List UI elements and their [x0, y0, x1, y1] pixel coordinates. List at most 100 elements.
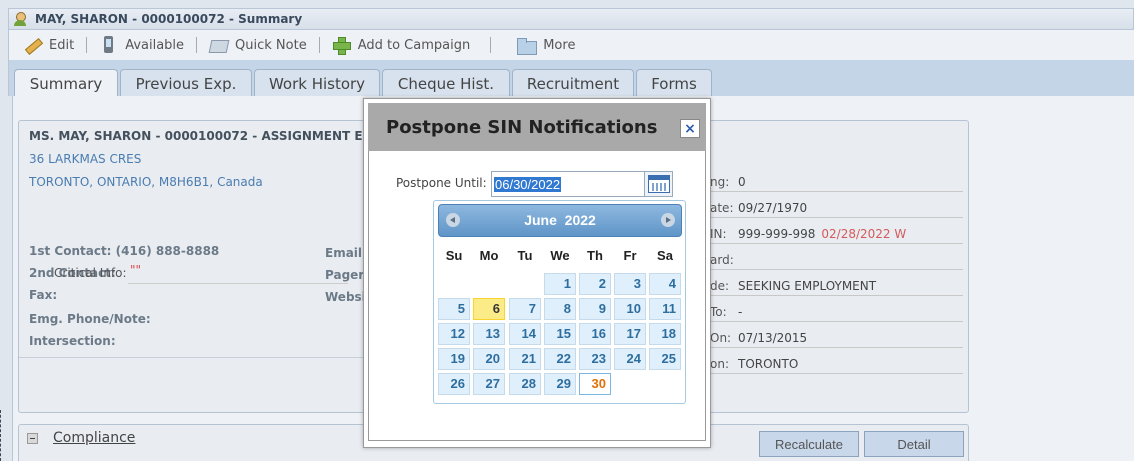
calendar-day[interactable]: 30	[579, 373, 611, 395]
calendar-icon	[648, 175, 670, 193]
calendar-day[interactable]: 7	[509, 298, 541, 320]
tab-recruitment[interactable]: Recruitment	[512, 69, 634, 97]
weekday-header: Su	[445, 248, 463, 263]
calendar-day[interactable]: 20	[473, 348, 505, 370]
field-label: ng:	[710, 175, 730, 189]
more-button[interactable]: More	[517, 36, 576, 55]
fax-label: Fax:	[29, 288, 58, 302]
calendar-day[interactable]: 25	[649, 348, 681, 370]
calendar-day[interactable]: 21	[509, 348, 541, 370]
critical-info-value: ""	[130, 263, 142, 277]
field-value: 09/27/1970	[738, 201, 808, 215]
emergency-phone-label: Emg. Phone/Note:	[29, 312, 151, 326]
calendar-day[interactable]: 18	[649, 323, 681, 345]
address-line-1: 36 LARKMAS CRES	[29, 152, 142, 166]
pencil-icon	[23, 36, 41, 54]
weekday-header: We	[550, 248, 570, 263]
sin-value: 999-999-998	[738, 227, 816, 241]
available-button[interactable]: Available	[99, 36, 184, 54]
address-line-2: TORONTO, ONTARIO, M8H6B1, Canada	[29, 175, 263, 189]
dialog-header: Postpone SIN Notifications ×	[368, 103, 706, 151]
calendar-day[interactable]: 26	[438, 373, 470, 395]
field-label: de:	[710, 279, 730, 293]
calendar-day[interactable]: 15	[544, 323, 576, 345]
field-label: ate:	[710, 201, 734, 215]
calendar-day[interactable]: 1	[544, 273, 576, 295]
field-value: 999-999-998 02/28/2022 W	[738, 227, 906, 241]
calendar-day[interactable]: 6	[473, 298, 505, 320]
datepicker: June 2022 Su Mo Tu We Th Fr Sa 1 2 3 4 5 6 7 8 9 10 11 12 1…	[433, 200, 686, 404]
tab-cheque-hist[interactable]: Cheque Hist.	[382, 69, 510, 97]
resize-handle[interactable]	[0, 410, 6, 461]
add-to-campaign-label: Add to Campaign	[357, 37, 471, 53]
field-row: ard:	[710, 249, 963, 270]
field-value: SEEKING EMPLOYMENT	[738, 279, 877, 293]
calendar-button[interactable]	[644, 172, 672, 196]
quick-note-button[interactable]: Quick Note	[209, 36, 307, 54]
tab-work-history[interactable]: Work History	[254, 69, 380, 97]
calendar-day[interactable]: 22	[544, 348, 576, 370]
calendar-day[interactable]: 14	[509, 323, 541, 345]
collapse-icon[interactable]	[27, 433, 38, 444]
window-title: MAY, SHARON - 0000100072 - Summary	[35, 12, 303, 26]
calendar-day[interactable]: 8	[544, 298, 576, 320]
weekday-header: Sa	[657, 248, 673, 263]
tab-summary[interactable]: Summary	[14, 69, 118, 98]
tab-previous-exp[interactable]: Previous Exp.	[120, 69, 252, 97]
postpone-date-value: 06/30/2022	[494, 176, 562, 192]
field-label: To:	[710, 305, 727, 319]
weekday-header: Th	[587, 248, 603, 263]
calendar-day[interactable]: 10	[614, 298, 646, 320]
calendar-day[interactable]: 19	[438, 348, 470, 370]
weekday-header: Tu	[517, 248, 533, 263]
calendar-day[interactable]: 11	[649, 298, 681, 320]
datepicker-header: June 2022	[438, 204, 682, 237]
next-month-icon[interactable]	[661, 213, 675, 227]
calendar-day[interactable]: 5	[438, 298, 470, 320]
toolbar-separator	[196, 37, 198, 53]
add-to-campaign-button[interactable]: Add to Campaign	[332, 36, 471, 55]
calendar-day[interactable]: 16	[579, 323, 611, 345]
email-label: Email:	[325, 246, 367, 260]
critical-info-underline	[128, 283, 348, 284]
compliance-link[interactable]: Compliance	[53, 430, 135, 446]
calendar-day[interactable]: 13	[473, 323, 505, 345]
window-titlebar: MAY, SHARON - 0000100072 - Summary	[8, 8, 1134, 30]
field-label: IN:	[710, 227, 727, 241]
postpone-until-label: Postpone Until:	[396, 176, 487, 190]
critical-info-label: Critical Info:	[54, 266, 127, 280]
calendar-day[interactable]: 27	[473, 373, 505, 395]
tab-forms[interactable]: Forms	[636, 69, 712, 97]
more-label: More	[543, 37, 576, 53]
field-row: On: 07/13/2015	[710, 327, 963, 348]
folder-icon	[517, 36, 538, 55]
person-icon	[13, 12, 27, 26]
field-value: 07/13/2015	[738, 331, 808, 345]
phone-icon	[99, 36, 117, 54]
website-label: Websi	[325, 290, 366, 304]
calendar-day[interactable]: 9	[579, 298, 611, 320]
calendar-day[interactable]: 29	[544, 373, 576, 395]
toolbar-separator	[86, 37, 88, 53]
plus-icon	[332, 36, 351, 55]
calendar-day[interactable]: 2	[579, 273, 611, 295]
edit-label: Edit	[49, 37, 75, 53]
detail-button[interactable]: Detail	[864, 431, 964, 457]
close-button[interactable]: ×	[680, 119, 700, 138]
calendar-day[interactable]: 28	[509, 373, 541, 395]
calendar-day[interactable]: 4	[649, 273, 681, 295]
datepicker-month: June	[524, 212, 557, 228]
available-label: Available	[125, 37, 185, 53]
calendar-day[interactable]: 17	[614, 323, 646, 345]
calendar-day[interactable]: 23	[579, 348, 611, 370]
field-row: on: TORONTO	[710, 353, 963, 374]
field-label: On:	[710, 331, 732, 345]
edit-button[interactable]: Edit	[23, 36, 74, 54]
calendar-day[interactable]: 3	[614, 273, 646, 295]
field-row: To: -	[710, 301, 963, 322]
recalculate-button[interactable]: Recalculate	[759, 431, 859, 457]
calendar-day[interactable]: 12	[438, 323, 470, 345]
toolbar-separator	[490, 37, 492, 53]
calendar-day[interactable]: 24	[614, 348, 646, 370]
field-row: IN: 999-999-998 02/28/2022 W	[710, 223, 963, 244]
